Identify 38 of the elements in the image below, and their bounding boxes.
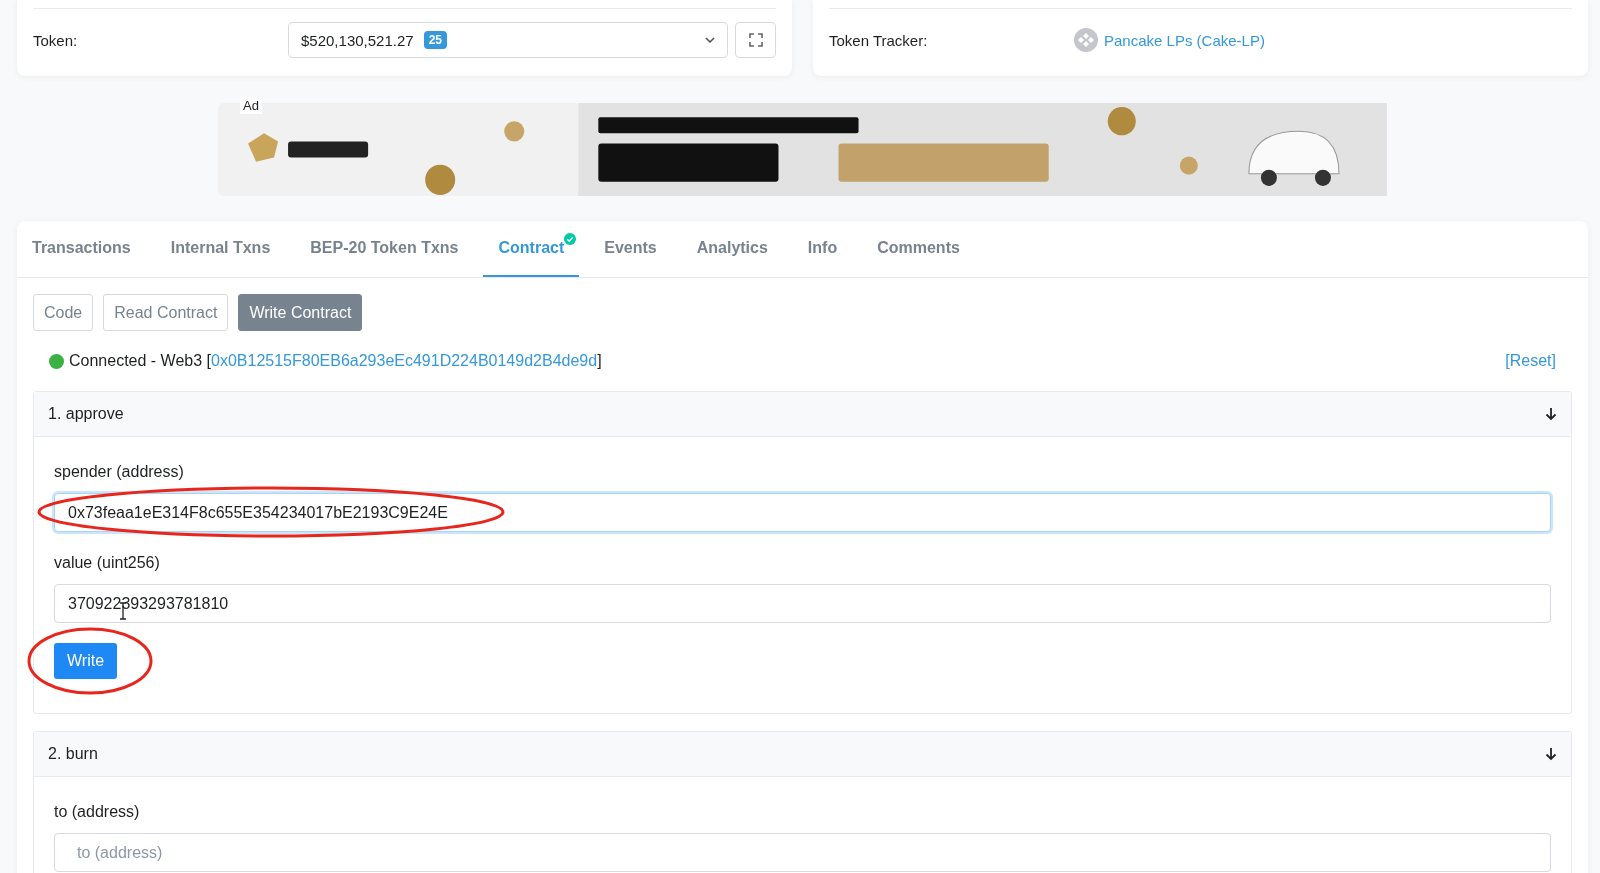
subtab-button[interactable]: Read Contract bbox=[103, 294, 229, 331]
tab[interactable]: Contract bbox=[483, 221, 580, 277]
function-header[interactable]: 2. burn bbox=[34, 732, 1571, 777]
token-logo-icon bbox=[1074, 28, 1098, 52]
parameter-label: to (address) bbox=[54, 803, 141, 821]
tab[interactable]: Comments bbox=[862, 221, 975, 277]
tab[interactable]: Info bbox=[792, 221, 853, 277]
parameter-label: spender (address) bbox=[54, 463, 185, 481]
write-button[interactable]: Write bbox=[54, 643, 118, 679]
wallet-address-link[interactable]: 0x0B12515F80EB6a293eEc491D224B0149d2B4de9d bbox=[211, 352, 598, 369]
tab[interactable]: Transactions bbox=[17, 221, 146, 277]
input-field[interactable]: 370922393293781810 bbox=[54, 584, 1551, 623]
tab[interactable]: Events bbox=[589, 221, 672, 277]
token-value: $520,130,521.27 bbox=[301, 31, 414, 49]
function-title: 1. approve bbox=[48, 405, 124, 423]
ad-label: Ad bbox=[240, 97, 262, 114]
reset-link[interactable]: [Reset] bbox=[1505, 352, 1556, 370]
input-field[interactable]: 0x73feaa1eE314F8c655E354234017bE2193C9E24E bbox=[54, 493, 1551, 532]
function-title: 2. burn bbox=[48, 745, 98, 763]
arrow-down-icon bbox=[1545, 747, 1557, 761]
input-field[interactable]: to (address) bbox=[54, 833, 1551, 872]
arrow-down-icon bbox=[1545, 407, 1557, 421]
token-select[interactable]: $520,130,521.27 25 bbox=[288, 22, 728, 58]
fullscreen-button[interactable] bbox=[735, 22, 776, 58]
fullscreen-icon bbox=[748, 33, 763, 47]
tab[interactable]: Analytics bbox=[681, 221, 783, 277]
parameter-label: value (uint256) bbox=[54, 554, 161, 572]
tab[interactable]: Internal Txns bbox=[155, 221, 286, 277]
token-tracker-label: Token Tracker: bbox=[829, 31, 929, 49]
token-tracker-link[interactable]: Pancake LPs (Cake-LP) bbox=[1104, 31, 1265, 49]
caret-icon bbox=[705, 37, 715, 43]
tab[interactable]: BEP-20 Token Txns bbox=[295, 221, 474, 277]
connection-status-text: Connected - Web3 [0x0B12515F80EB6a293eEc491D224B0149d2B4de9d] bbox=[69, 352, 602, 370]
function-header[interactable]: 1. approve bbox=[34, 392, 1571, 437]
token-label: Token: bbox=[33, 31, 79, 49]
token-count-badge: 25 bbox=[423, 31, 447, 49]
subtab-button[interactable]: Write Contract bbox=[238, 294, 363, 331]
subtab-button[interactable]: Code bbox=[33, 294, 94, 331]
